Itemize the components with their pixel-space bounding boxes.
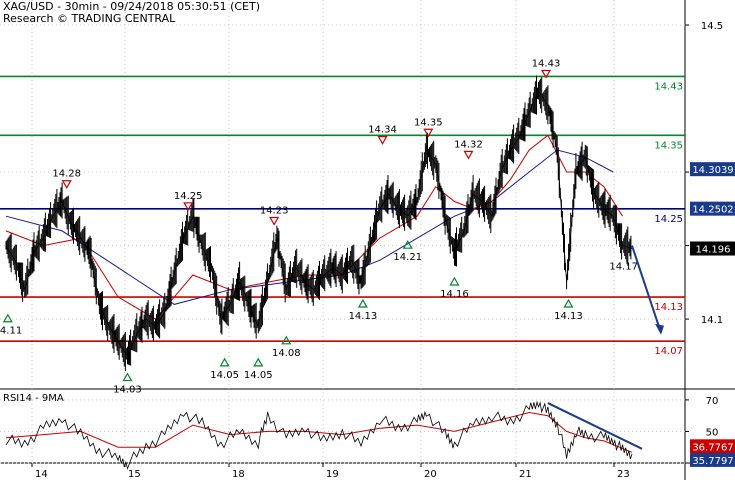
annotation-label-high: 14.32 — [454, 139, 483, 150]
level-label: 14.35 — [654, 140, 683, 151]
annotation-label-high: 14.43 — [532, 58, 561, 69]
chart-source: Research © TRADING CENTRAL — [3, 12, 176, 25]
x-tick-label: 20 — [424, 469, 437, 480]
annotation-label-high: 14.35 — [414, 117, 443, 128]
rsi-ytick-label: 50 — [706, 427, 719, 438]
price-ytick-label: 14.1 — [701, 315, 723, 326]
annotation-label-low: 14.08 — [272, 348, 301, 359]
price-chart: 14.514.314.214.11415181920212314.4314.35… — [0, 0, 735, 480]
annotation-label-high: 14.28 — [52, 169, 81, 180]
annotation-label-low: 14.13 — [554, 311, 583, 322]
price-badge-label: 14.3039 — [692, 165, 733, 176]
annotation-label-low: 14.21 — [393, 252, 422, 263]
annotation-label-high: 14.34 — [368, 125, 397, 136]
rsi-panel-title: RSI14 - 9MA — [3, 393, 64, 404]
annotation-label-high: 14.25 — [174, 191, 203, 202]
level-label: 14.13 — [654, 302, 683, 313]
price-badge-label: 14.196 — [696, 245, 731, 256]
annotation-label-low: 14.05 — [244, 370, 273, 381]
level-label: 14.25 — [654, 214, 683, 225]
annotation-label-low: 14.13 — [349, 311, 378, 322]
x-tick-label: 14 — [35, 469, 48, 480]
level-label: 14.07 — [654, 346, 683, 357]
price-badge-label: 14.2502 — [692, 205, 733, 216]
x-tick-label: 19 — [326, 469, 339, 480]
annotation-label-high: 14.23 — [260, 206, 289, 217]
price-ytick-label: 14.5 — [701, 21, 723, 32]
level-label: 14.43 — [654, 81, 683, 92]
x-tick-label: 21 — [519, 469, 532, 480]
annotation-label-low: 14.11 — [0, 326, 22, 337]
annotation-label-low: 14.05 — [210, 370, 239, 381]
annotation-label-low: 14.03 — [113, 385, 142, 396]
x-tick-label: 23 — [617, 469, 630, 480]
rsi-badge-label: 35.7797 — [692, 456, 733, 467]
projection-label: 14.17 — [609, 262, 638, 273]
x-tick-label: 15 — [128, 469, 141, 480]
annotation-label-low: 14.16 — [440, 289, 469, 300]
rsi-ytick-label: 70 — [706, 396, 719, 407]
rsi-badge-label: 36.7767 — [692, 442, 733, 453]
x-tick-label: 18 — [232, 469, 245, 480]
